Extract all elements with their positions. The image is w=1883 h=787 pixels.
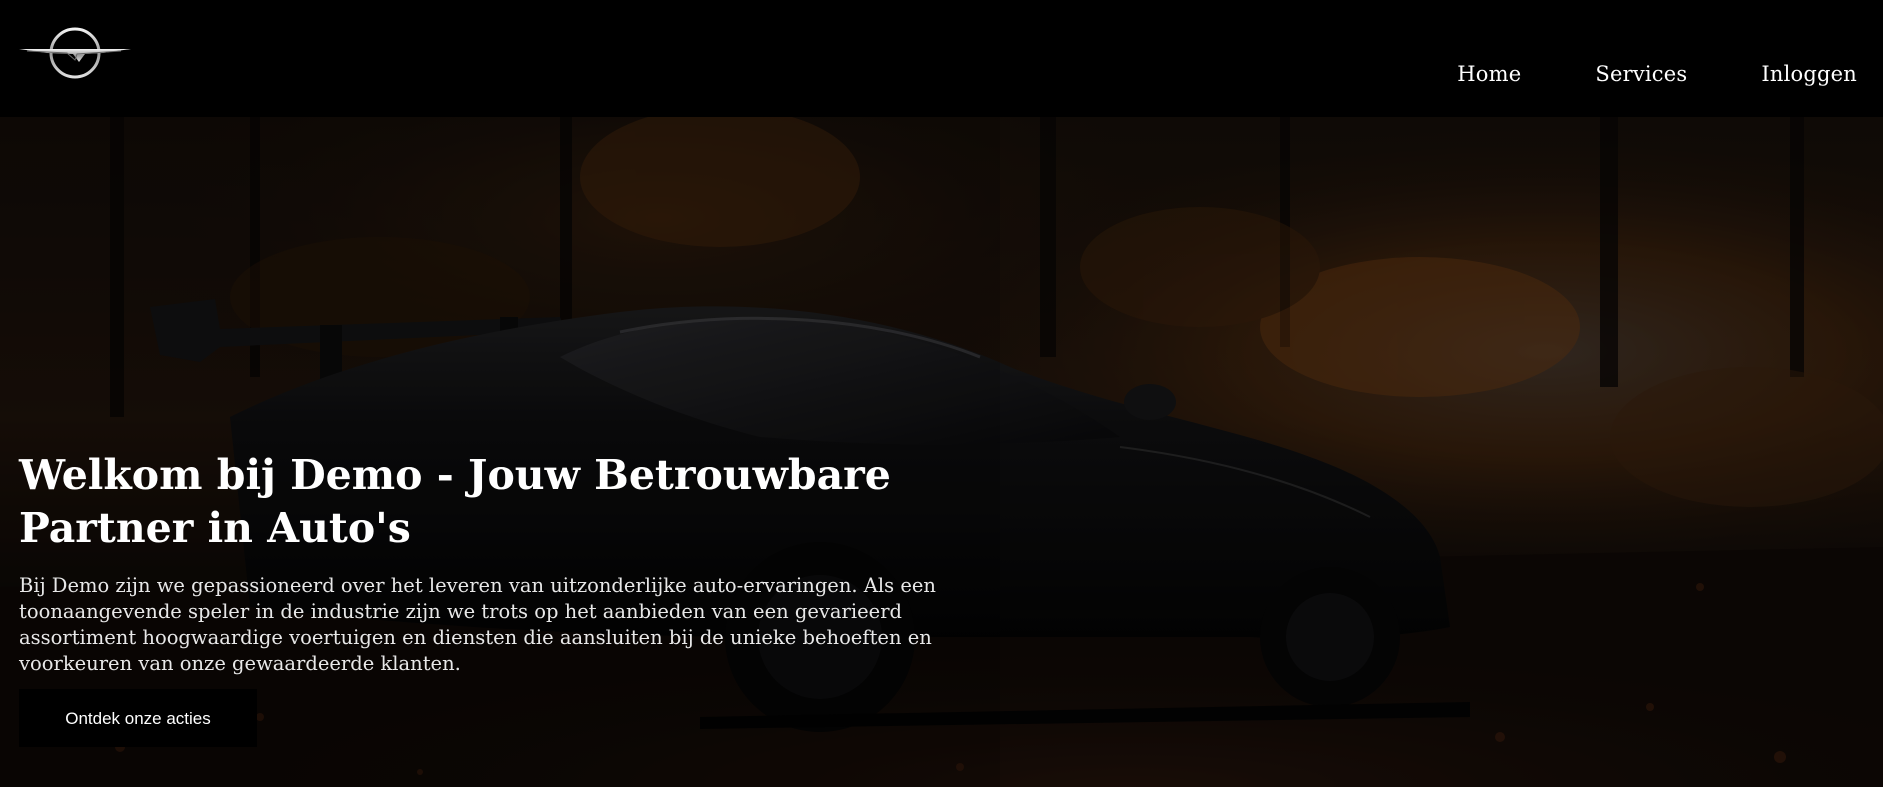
nav-home[interactable]: Home [1457,62,1521,86]
discover-deals-button[interactable]: Ontdek onze acties [19,689,257,747]
nav-services[interactable]: Services [1595,62,1687,86]
nav-login[interactable]: Inloggen [1761,62,1857,86]
hero-content: Welkom bij Demo - Jouw Betrouwbare Partn… [19,449,979,747]
hero-description: Bij Demo zijn we gepassioneerd over het … [19,574,936,675]
main-nav: Home Services Inloggen [1457,62,1857,86]
hero-title: Welkom bij Demo - Jouw Betrouwbare Partn… [19,451,891,552]
top-navigation-bar: Home Services Inloggen [0,0,1883,117]
hero-section: Welkom bij Demo - Jouw Betrouwbare Partn… [0,117,1883,787]
brand-logo-icon[interactable] [17,26,133,80]
page: Home Services Inloggen Welkom bij Demo -… [0,0,1883,787]
